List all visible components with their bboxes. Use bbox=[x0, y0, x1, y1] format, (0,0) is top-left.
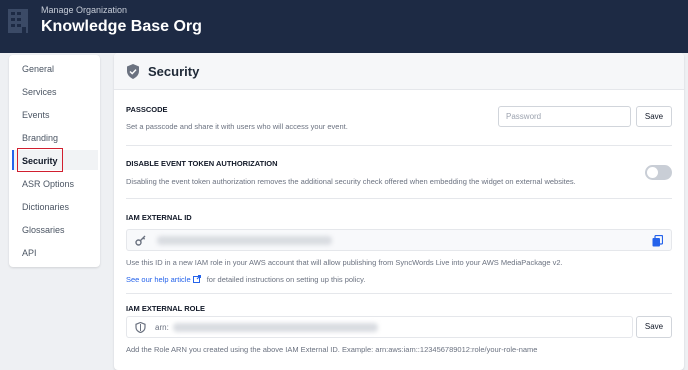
help-suffix: for detailed instructions on setting up … bbox=[206, 275, 366, 284]
sidebar-item-events[interactable]: Events bbox=[22, 109, 50, 121]
shield-small-icon bbox=[135, 322, 146, 333]
redacted-role bbox=[173, 323, 378, 332]
sidebar-item-dictionaries[interactable]: Dictionaries bbox=[22, 201, 69, 213]
toggle-knob bbox=[647, 167, 658, 178]
divider bbox=[126, 145, 672, 146]
panel-header: Security bbox=[114, 53, 684, 90]
passcode-description: Set a passcode and share it with users w… bbox=[126, 122, 348, 131]
key-icon bbox=[135, 235, 146, 246]
sidebar: General Services Events Branding Securit… bbox=[9, 55, 100, 267]
iam-id-help: See our help article for detailed instru… bbox=[126, 275, 365, 284]
iam-role-description: Add the Role ARN you created using the a… bbox=[126, 345, 538, 354]
org-title: Knowledge Base Org bbox=[41, 18, 202, 35]
shield-icon bbox=[127, 64, 139, 79]
sidebar-item-glossaries[interactable]: Glossaries bbox=[22, 224, 65, 236]
sidebar-item-api[interactable]: API bbox=[22, 247, 37, 259]
iam-role-label: IAM EXTERNAL ROLE bbox=[126, 304, 206, 313]
iam-role-field[interactable]: arn: bbox=[126, 316, 633, 338]
help-article-link[interactable]: See our help article bbox=[126, 275, 191, 284]
token-auth-toggle[interactable] bbox=[645, 165, 672, 180]
divider bbox=[126, 293, 672, 294]
sidebar-item-asr-options[interactable]: ASR Options bbox=[22, 178, 74, 190]
copy-icon[interactable] bbox=[652, 235, 663, 247]
security-panel: Security PASSCODE Set a passcode and sha… bbox=[114, 53, 684, 370]
building-icon bbox=[8, 9, 28, 33]
iam-id-field bbox=[126, 229, 672, 251]
top-bar: Manage Organization Knowledge Base Org bbox=[0, 0, 688, 53]
token-auth-description: Disabling the event token authorization … bbox=[126, 177, 576, 186]
external-link-icon[interactable] bbox=[192, 275, 201, 283]
sidebar-item-services[interactable]: Services bbox=[22, 86, 57, 98]
redacted-id bbox=[157, 236, 332, 245]
sidebar-item-general[interactable]: General bbox=[22, 63, 54, 75]
role-arn-prefix: arn: bbox=[155, 323, 169, 332]
iam-id-description: Use this ID in a new IAM role in your AW… bbox=[126, 258, 563, 267]
panel-title: Security bbox=[148, 64, 200, 79]
passcode-label: PASSCODE bbox=[126, 105, 168, 114]
password-input[interactable]: Password bbox=[498, 106, 631, 127]
sidebar-item-branding[interactable]: Branding bbox=[22, 132, 58, 144]
token-auth-label: DISABLE EVENT TOKEN AUTHORIZATION bbox=[126, 159, 278, 168]
header-subtitle: Manage Organization bbox=[41, 5, 128, 15]
divider bbox=[126, 198, 672, 199]
iam-id-label: IAM EXTERNAL ID bbox=[126, 213, 192, 222]
passcode-save-button[interactable]: Save bbox=[636, 106, 672, 127]
highlight-box bbox=[17, 148, 63, 172]
sidebar-active-indicator bbox=[12, 150, 14, 170]
role-save-button[interactable]: Save bbox=[636, 316, 672, 338]
